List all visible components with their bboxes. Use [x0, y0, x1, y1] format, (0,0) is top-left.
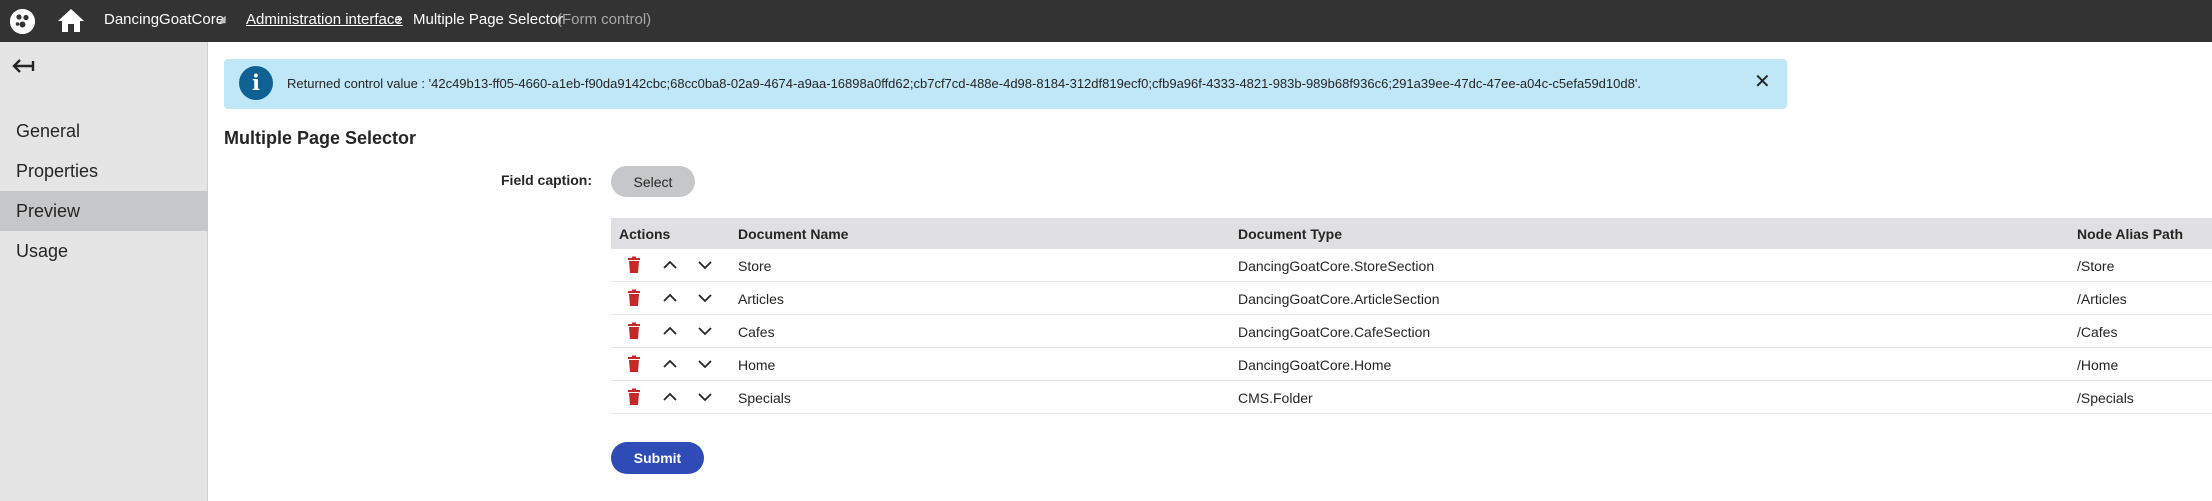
kentico-logo-icon[interactable]	[10, 9, 35, 34]
document-type-cell: DancingGoatCore.CafeSection	[1238, 324, 1431, 340]
selected-pages-table: Actions Document Name Document Type Node…	[611, 218, 2212, 414]
delete-icon[interactable]	[625, 388, 643, 406]
select-button[interactable]: Select	[611, 166, 695, 197]
move-down-icon[interactable]	[696, 388, 714, 406]
sidebar-item-general[interactable]: General	[0, 111, 208, 151]
back-arrow-icon[interactable]	[12, 56, 36, 81]
document-type-cell: CMS.Folder	[1238, 390, 1313, 406]
submit-button[interactable]: Submit	[611, 442, 704, 474]
sidebar-item-label: Properties	[16, 161, 99, 181]
sidebar-item-preview[interactable]: Preview	[0, 191, 208, 231]
column-header-document-name[interactable]: Document Name	[738, 226, 848, 242]
move-down-icon[interactable]	[696, 256, 714, 274]
move-up-icon[interactable]	[661, 256, 679, 274]
table-header: Actions Document Name Document Type Node…	[611, 218, 2212, 249]
delete-icon[interactable]	[625, 256, 643, 274]
table-row: Specials CMS.Folder/Specials	[611, 381, 2212, 414]
site-selector-caret-icon[interactable]: ◢	[218, 14, 226, 25]
move-down-icon[interactable]	[696, 322, 714, 340]
site-selector[interactable]: DancingGoatCore	[104, 11, 224, 28]
breadcrumb-separator: ›	[396, 9, 402, 28]
delete-icon[interactable]	[625, 289, 643, 307]
document-name-cell: Articles	[738, 291, 784, 307]
breadcrumb-admin-link[interactable]: Administration interface	[246, 11, 403, 28]
move-down-icon[interactable]	[696, 289, 714, 307]
sidebar-item-usage[interactable]: Usage	[0, 231, 208, 271]
document-name-cell: Cafes	[738, 324, 775, 340]
column-header-actions: Actions	[619, 226, 671, 242]
document-type-cell: DancingGoatCore.ArticleSection	[1238, 291, 1440, 307]
table-row: Store DancingGoatCore.StoreSection/Store	[611, 249, 2212, 282]
node-alias-path-cell: /Cafes	[2077, 324, 2118, 340]
sidebar-item-properties[interactable]: Properties	[0, 151, 208, 191]
move-up-icon[interactable]	[661, 388, 679, 406]
move-up-icon[interactable]	[661, 322, 679, 340]
breadcrumb-subtitle: (Form control)	[557, 11, 652, 28]
sidebar-item-label: Usage	[16, 241, 69, 261]
document-type-cell: DancingGoatCore.StoreSection	[1238, 258, 1435, 274]
field-caption-label: Field caption:	[501, 172, 592, 188]
close-icon[interactable]: ✕	[1754, 72, 1771, 92]
sidebar: General Properties Preview Usage	[0, 42, 208, 501]
sidebar-item-label: General	[16, 121, 81, 141]
delete-icon[interactable]	[625, 355, 643, 373]
table-row: Home DancingGoatCore.Home/Home	[611, 348, 2212, 381]
info-message-text: Returned control value : '42c49b13-ff05-…	[287, 76, 1641, 91]
table-row: Articles DancingGoatCore.ArticleSection/A…	[611, 282, 2212, 315]
home-icon[interactable]	[57, 7, 85, 33]
document-name-cell: Specials	[738, 390, 791, 406]
move-up-icon[interactable]	[661, 355, 679, 373]
top-bar: DancingGoatCore ◢ Administration interfa…	[0, 0, 2212, 42]
delete-icon[interactable]	[625, 322, 643, 340]
page-title: Multiple Page Selector	[224, 128, 417, 148]
node-alias-path-cell: /Specials	[2077, 390, 2134, 406]
column-header-node-alias-path[interactable]: Node Alias Path	[2077, 226, 2183, 242]
node-alias-path-cell: /Home	[2077, 357, 2119, 373]
info-message-bar: i Returned control value : '42c49b13-ff0…	[224, 59, 1787, 109]
node-alias-path-cell: /Articles	[2077, 291, 2127, 307]
document-name-cell: Store	[738, 258, 772, 274]
move-down-icon[interactable]	[696, 355, 714, 373]
move-up-icon[interactable]	[661, 289, 679, 307]
column-header-document-type[interactable]: Document Type	[1238, 226, 1342, 242]
node-alias-path-cell: /Store	[2077, 258, 2115, 274]
document-type-cell: DancingGoatCore.Home	[1238, 357, 1392, 373]
breadcrumb-current: Multiple Page Selector	[413, 11, 564, 28]
table-row: Cafes DancingGoatCore.CafeSection/Cafes	[611, 315, 2212, 348]
info-icon: i	[239, 66, 273, 100]
document-name-cell: Home	[738, 357, 776, 373]
sidebar-item-label: Preview	[16, 201, 81, 221]
